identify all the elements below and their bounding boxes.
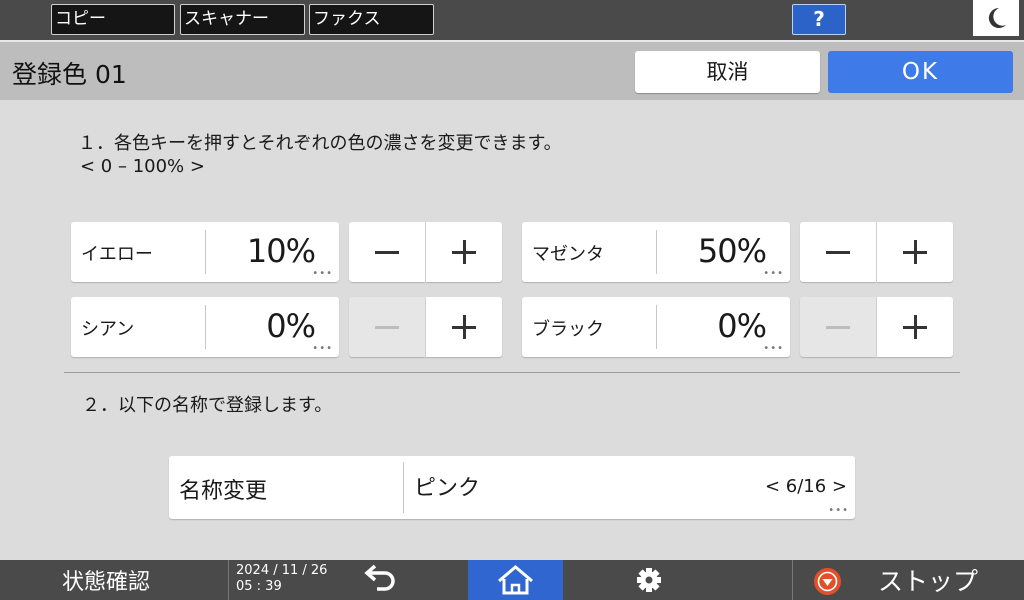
minus-icon	[826, 251, 850, 254]
color-key-magenta[interactable]: マゼンタ 50% •••	[522, 222, 790, 282]
minus-icon	[375, 326, 399, 329]
home-icon	[498, 565, 533, 595]
more-dots-icon: •••	[312, 343, 333, 354]
decrease-button[interactable]	[800, 222, 876, 282]
more-dots-icon: •••	[763, 268, 784, 279]
separator	[403, 462, 404, 513]
increase-button[interactable]	[877, 297, 953, 357]
color-value: 0%	[717, 307, 767, 345]
color-key-black[interactable]: ブラック 0% •••	[522, 297, 790, 357]
datetime: 2024 / 11 / 26 05 : 39	[236, 563, 327, 595]
separator	[228, 560, 229, 600]
decrease-button[interactable]	[349, 297, 425, 357]
stepper-black	[800, 297, 953, 357]
color-value: 50%	[697, 232, 767, 270]
name-change-field[interactable]: 名称変更 ピンク < 6/16 > •••	[169, 456, 855, 519]
top-bar: コピー スキャナー ファクス ?	[0, 0, 1024, 40]
instruction-1: １．各色キーを押すとそれぞれの色の濃さを変更できます。	[78, 133, 562, 154]
minus-icon	[375, 251, 399, 254]
separator	[656, 305, 657, 349]
bottom-bar: 状態確認 2024 / 11 / 26 05 : 39 ストップ	[0, 560, 1024, 600]
minus-icon	[826, 326, 850, 329]
color-value: 10%	[246, 232, 316, 270]
settings-button[interactable]	[620, 560, 676, 600]
increase-button[interactable]	[426, 222, 502, 282]
energy-saver-button[interactable]	[973, 0, 1019, 36]
instruction-2: ２．以下の名称で登録します。	[82, 395, 333, 416]
separator	[205, 230, 206, 274]
stop-icon[interactable]	[814, 568, 841, 595]
decrease-button[interactable]	[800, 297, 876, 357]
separator	[205, 305, 206, 349]
back-arrow-icon	[364, 564, 395, 591]
cancel-button[interactable]: 取消	[635, 51, 820, 93]
name-change-label: 名称変更	[179, 479, 268, 504]
page-title: 登録色 01	[12, 60, 127, 89]
color-key-yellow[interactable]: イエロー 10% •••	[71, 222, 339, 282]
separator	[656, 230, 657, 274]
tab-copy[interactable]: コピー	[51, 4, 175, 35]
increase-button[interactable]	[426, 297, 502, 357]
gear-icon	[637, 568, 661, 592]
more-dots-icon: •••	[312, 268, 333, 279]
back-button[interactable]	[355, 560, 407, 600]
range-hint: < 0 – 100% >	[80, 156, 205, 177]
status-check-button[interactable]: 状態確認	[62, 564, 150, 596]
separator	[792, 560, 793, 600]
color-value: 0%	[266, 307, 316, 345]
stop-button[interactable]: ストップ	[878, 562, 978, 598]
color-name: シアン	[81, 319, 135, 340]
stepper-magenta	[800, 222, 953, 282]
stepper-yellow	[349, 222, 502, 282]
tab-scanner[interactable]: スキャナー	[180, 4, 305, 35]
tab-fax[interactable]: ファクス	[309, 4, 434, 35]
time: 05 : 39	[236, 579, 282, 594]
color-key-cyan[interactable]: シアン 0% •••	[71, 297, 339, 357]
stepper-cyan	[349, 297, 502, 357]
home-button[interactable]	[468, 560, 563, 600]
ok-button[interactable]: OK	[828, 51, 1013, 93]
date: 2024 / 11 / 26	[236, 563, 328, 578]
color-name: イエロー	[81, 244, 153, 265]
color-name: マゼンタ	[532, 244, 604, 265]
more-dots-icon: •••	[828, 505, 849, 516]
help-button[interactable]: ?	[792, 4, 846, 35]
decrease-button[interactable]	[349, 222, 425, 282]
section-divider	[64, 372, 960, 373]
more-dots-icon: •••	[763, 343, 784, 354]
char-count: < 6/16 >	[764, 476, 847, 497]
color-name: ブラック	[532, 319, 604, 340]
moon-icon	[988, 7, 1006, 28]
name-value: ピンク	[414, 476, 481, 501]
increase-button[interactable]	[877, 222, 953, 282]
